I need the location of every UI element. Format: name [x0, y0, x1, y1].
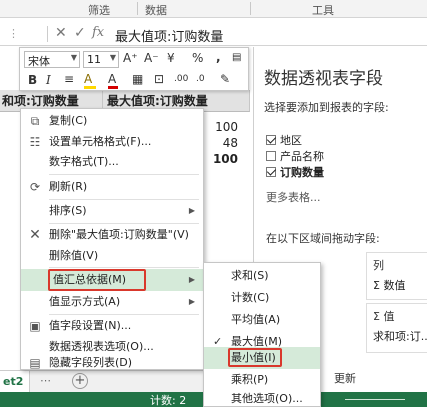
ribbon-group-labels: 筛选 数据 工具	[0, 0, 427, 18]
submenu-item-count[interactable]: 计数(C)	[204, 287, 320, 309]
columns-area-label: 列	[373, 259, 384, 272]
values-area-label: Σ 值	[373, 310, 395, 323]
summarize-by-submenu: 求和(S) 计数(C) 平均值(A) ✓ 最大值(M) 最小值(I) 乘积(P)…	[203, 262, 321, 407]
panel-title: 数据透视表字段	[264, 69, 383, 89]
more-tables-link[interactable]: 更多表格...	[266, 189, 321, 205]
menu-item-format-cells[interactable]: ☷ 设置单元格格式(F)...	[21, 131, 203, 153]
chevron-down-icon: ▼	[70, 53, 77, 62]
accounting-format-button[interactable]: ¥	[167, 51, 175, 65]
submenu-item-sum[interactable]: 求和(S)	[204, 265, 320, 287]
sheet-tab[interactable]: et2	[0, 371, 30, 392]
shrink-font-button[interactable]: A⁻	[144, 51, 159, 65]
chevron-down-icon: ▼	[109, 53, 116, 62]
cell-value[interactable]: 100	[213, 152, 238, 166]
refresh-icon: ⟳	[29, 180, 41, 194]
field-order-quantity[interactable]: 订购数量	[266, 164, 324, 180]
enter-button[interactable]: ✓	[74, 25, 86, 41]
menu-item-value-field-settings[interactable]: ▣ 值字段设置(N)...	[21, 315, 203, 337]
field-settings-icon: ▣	[29, 319, 41, 333]
menu-item-hide-field-list[interactable]: ▤ 隐藏字段列表(D)	[21, 356, 203, 370]
field-region[interactable]: 地区	[266, 132, 302, 148]
formula-bar-divider	[47, 26, 48, 42]
font-color-swatch	[108, 86, 118, 89]
font-color-button[interactable]: A	[108, 72, 118, 89]
sheet-scroll-icon[interactable]: ⋯	[40, 374, 51, 387]
chevron-right-icon: ▶	[188, 206, 195, 215]
cell-value[interactable]: 100	[215, 120, 238, 134]
ribbon-divider	[250, 2, 251, 15]
align-center-icon[interactable]: ≡	[64, 72, 74, 86]
menu-item-sort[interactable]: 排序(S) ▶	[21, 200, 203, 222]
menu-item-copy[interactable]: ⧉ 复制(C)	[21, 110, 203, 132]
formula-input[interactable]: 最大值项:订购数量	[115, 26, 223, 45]
percent-style-button[interactable]: %	[192, 51, 203, 65]
menu-item-show-values-as[interactable]: 值显示方式(A) ▶	[21, 291, 203, 313]
menu-item-pivot-options[interactable]: 数据透视表选项(O)...	[21, 336, 203, 358]
menu-item-refresh[interactable]: ⟳ 刷新(R)	[21, 176, 203, 198]
update-button[interactable]: 更新	[334, 370, 356, 386]
ribbon-group-data: 数据	[145, 4, 167, 17]
ribbon-divider	[137, 2, 138, 15]
cancel-button[interactable]: ✕	[55, 25, 67, 41]
cell-value[interactable]: 48	[223, 136, 238, 150]
submenu-item-more-options[interactable]: 其他选项(O)...	[204, 391, 320, 407]
format-cells-icon: ☷	[29, 135, 41, 149]
field-product-name[interactable]: 产品名称	[266, 148, 324, 164]
borders-icon[interactable]: ▦	[132, 72, 143, 86]
mini-toolbar: 宋体 ▼ 11 ▼ A⁺ A⁻ ¥ % , ▤ B I ≡ A A ▦ ⊡ .0…	[19, 47, 249, 91]
menu-item-number-format[interactable]: 数字格式(T)...	[21, 151, 203, 173]
comma-style-button[interactable]: ,	[216, 50, 221, 64]
ribbon-group-filter: 筛选	[88, 4, 110, 17]
menu-separator	[49, 267, 199, 268]
increase-decimal-icon[interactable]: .0	[196, 74, 205, 84]
brush-icon[interactable]: ✎	[220, 72, 230, 86]
values-area-field[interactable]: 求和项:订...	[373, 328, 427, 344]
delete-icon: ✕	[29, 227, 41, 243]
drag-hint: 在以下区域间拖动字段:	[266, 232, 380, 245]
paint-brush-icon[interactable]: ▤	[232, 52, 241, 63]
bold-button[interactable]: B	[28, 73, 37, 87]
columns-area-field[interactable]: Σ 数值	[373, 277, 405, 293]
copy-icon: ⧉	[30, 114, 40, 128]
checkbox-icon[interactable]	[266, 151, 276, 161]
chevron-right-icon: ▶	[188, 275, 195, 284]
menu-item-delete-value[interactable]: 删除值(V)	[21, 245, 203, 267]
italic-button[interactable]: I	[46, 73, 51, 87]
formula-bar: ⋮ ✕ ✓ fx 最大值项:订购数量	[0, 22, 427, 46]
checkbox-icon[interactable]	[266, 135, 276, 145]
zoom-slider[interactable]	[345, 399, 405, 400]
format-icon[interactable]: ⊡	[154, 72, 164, 86]
name-box-dots: ⋮	[8, 27, 19, 40]
panel-subtitle: 选择要添加到报表的字段:	[264, 101, 389, 114]
fill-color-swatch	[84, 86, 96, 89]
status-count: 计数: 2	[150, 394, 187, 407]
font-select[interactable]: 宋体 ▼	[24, 51, 80, 68]
columns-area[interactable]: 列 Σ 数值	[366, 252, 427, 300]
submenu-item-average[interactable]: 平均值(A)	[204, 309, 320, 331]
checkbox-icon[interactable]	[266, 167, 276, 177]
add-sheet-button[interactable]: +	[72, 373, 88, 389]
grow-font-button[interactable]: A⁺	[123, 51, 138, 65]
decrease-decimal-icon[interactable]: .00	[174, 74, 188, 84]
ribbon-group-tools: 工具	[312, 4, 334, 17]
context-menu: ⧉ 复制(C) ☷ 设置单元格格式(F)... 数字格式(T)... ⟳ 刷新(…	[20, 108, 204, 370]
submenu-item-min[interactable]: 最小值(I)	[204, 347, 320, 369]
menu-item-summarize-by[interactable]: 值汇总依据(M)	[48, 269, 146, 291]
menu-item-delete-field[interactable]: ✕ 删除"最大值项:订购数量"(V)	[21, 224, 203, 246]
field-list-icon: ▤	[29, 356, 41, 370]
menu-separator	[49, 174, 199, 175]
highlight-outline	[228, 348, 282, 367]
submenu-item-product[interactable]: 乘积(P)	[204, 369, 320, 391]
fill-color-button[interactable]: A	[84, 72, 96, 89]
chevron-right-icon: ▶	[188, 297, 195, 306]
font-size-select[interactable]: 11 ▼	[83, 51, 119, 68]
values-area[interactable]: Σ 值 求和项:订...	[366, 303, 427, 353]
insert-function-button[interactable]: fx	[92, 25, 104, 40]
